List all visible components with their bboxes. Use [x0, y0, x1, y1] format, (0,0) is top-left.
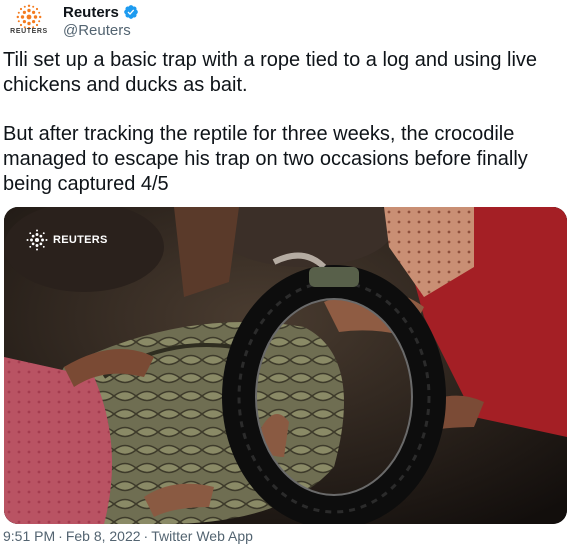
handle[interactable]: @Reuters — [63, 22, 131, 39]
separator: · — [143, 528, 149, 544]
name-row: Reuters — [63, 2, 139, 22]
tweet-media-image[interactable]: REUTERS — [4, 207, 567, 524]
avatar[interactable]: REUTERS — [4, 2, 54, 42]
tweet-source[interactable]: Twitter Web App — [151, 528, 253, 544]
reuters-logo-icon — [16, 4, 42, 30]
media-watermark: REUTERS — [26, 229, 108, 251]
crocodile-capture-photo — [4, 207, 567, 524]
tweet-time[interactable]: 9:51 PM — [3, 528, 55, 544]
tweet-text-paragraph-2: But after tracking the reptile for three… — [3, 123, 528, 195]
tweet-date[interactable]: Feb 8, 2022 — [66, 528, 141, 544]
separator: · — [58, 528, 63, 544]
watermark-text: REUTERS — [53, 234, 108, 246]
tweet-text-paragraph-1: Tili set up a basic trap with a rope tie… — [3, 49, 538, 96]
display-name[interactable]: Reuters — [63, 4, 119, 21]
reuters-logo-icon — [26, 229, 48, 251]
verified-badge-icon — [124, 5, 138, 19]
logo-wordmark: REUTERS — [10, 28, 48, 35]
tweet-header: REUTERS Reuters @Reuters — [0, 0, 570, 42]
tweet-metadata: 9:51 PM · Feb 8, 2022 · Twitter Web App — [3, 528, 253, 544]
